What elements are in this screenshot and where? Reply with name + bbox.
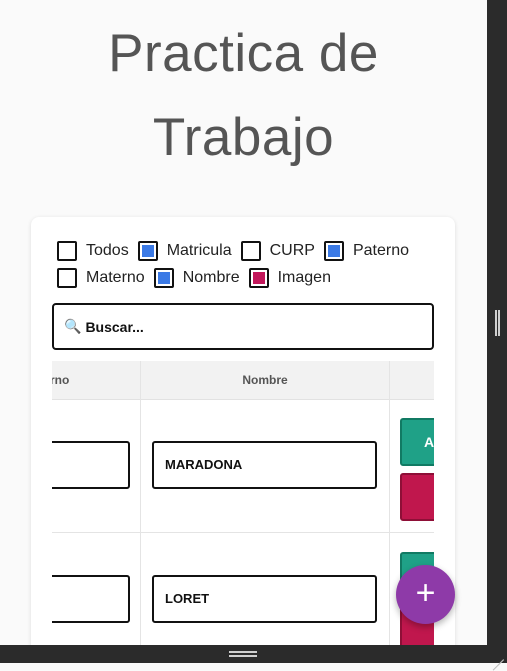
delete-button[interactable] [400,473,434,521]
vertical-scrollbar[interactable] [487,0,507,663]
header-nombre[interactable]: Nombre [141,361,389,400]
page-title: Practica de Trabajo [0,12,487,180]
edit-button[interactable]: A [400,418,434,466]
filter-todos[interactable]: Todos [57,240,129,261]
scroll-grip-icon[interactable] [495,310,500,336]
checkbox-curp[interactable] [240,240,261,261]
paterno-field[interactable] [52,575,130,623]
title-line-2: Trabajo [152,108,335,167]
records-table: rno Nombre MARADONA A LORET [52,361,434,645]
records-card: Todos Matricula CURP Paterno Materno Nom… [31,217,455,645]
header-paterno[interactable]: rno [52,361,72,400]
horizontal-scrollbar[interactable] [0,645,507,663]
filter-nombre[interactable]: Nombre [153,267,240,288]
filter-materno[interactable]: Materno [57,267,145,288]
checkbox-materno[interactable] [57,267,77,288]
table-row: MARADONA A [52,400,434,533]
checkbox-paterno[interactable] [323,240,344,261]
filter-matricula[interactable]: Matricula [137,240,232,261]
resize-handle-icon[interactable] [492,648,504,660]
table-row: LORET [52,533,434,645]
paterno-field[interactable] [52,441,130,489]
column-filters: Todos Matricula CURP Paterno Materno Nom… [57,237,437,291]
title-line-1: Practica de [108,24,379,83]
filter-label: Paterno [352,241,409,259]
filter-label: Matricula [166,241,232,259]
filter-curp[interactable]: CURP [240,240,315,261]
add-record-button[interactable]: + [396,565,455,624]
search-input[interactable]: 🔍 Buscar... [52,303,434,350]
filter-label: CURP [269,241,315,259]
filter-label: Materno [86,268,145,286]
filter-label: Nombre [182,268,240,286]
filter-label: Todos [86,241,129,259]
nombre-field[interactable]: LORET [152,575,377,623]
plus-icon: + [415,574,436,612]
checkbox-todos[interactable] [57,240,77,261]
search-placeholder: Buscar... [85,318,144,335]
checkbox-nombre[interactable] [153,267,174,288]
filter-imagen[interactable]: Imagen [248,267,331,288]
filter-label: Imagen [277,268,331,286]
page: Practica de Trabajo Todos Matricula CURP [0,0,487,645]
scroll-grip-icon[interactable] [229,651,257,657]
table-header: rno Nombre [52,361,434,400]
nombre-field[interactable]: MARADONA [152,441,377,489]
checkbox-matricula[interactable] [137,240,158,261]
checkbox-imagen[interactable] [248,267,269,288]
search-icon: 🔍 [64,318,82,334]
filter-paterno[interactable]: Paterno [323,240,409,261]
